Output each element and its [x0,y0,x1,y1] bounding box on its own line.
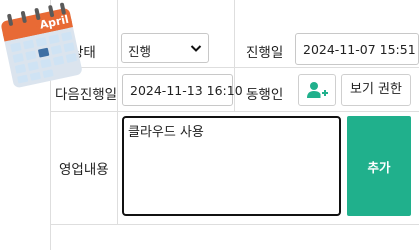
view-permission-button[interactable]: 보기 권한 [341,74,411,106]
progress-date-label: 진행일 [246,45,284,61]
column-divider [117,0,118,224]
progress-date-value: 2024-11-07 15:51 [303,42,416,57]
progress-date-input[interactable]: 2024-11-07 15:51 [295,33,419,65]
add-companion-button[interactable] [298,74,336,106]
view-permission-label: 보기 권한 [350,82,402,97]
add-person-icon [307,82,328,98]
sales-content-textarea[interactable]: 클라우드 사용 [122,116,341,216]
companion-label: 동행인 [246,87,284,103]
next-date-value: 2024-11-13 16:10 [130,83,243,98]
status-select[interactable]: 진행 [121,33,209,63]
sales-activity-form: 상태 진행 진행일 2024-11-07 15:51 다음진행일 2024-11… [50,0,419,250]
status-select-value: 진행 [128,44,152,59]
chevron-down-icon [190,45,202,52]
calendar-icon: April [1,2,82,88]
next-date-input[interactable]: 2024-11-13 16:10 [122,74,243,106]
add-button[interactable]: 추가 [347,116,411,216]
sales-content-label: 영업내용 [59,162,109,178]
row-divider [51,224,419,225]
row-divider [51,67,419,68]
row-divider [51,111,419,112]
add-button-label: 추가 [367,159,391,175]
sales-content-text: 클라우드 사용 [128,125,204,140]
